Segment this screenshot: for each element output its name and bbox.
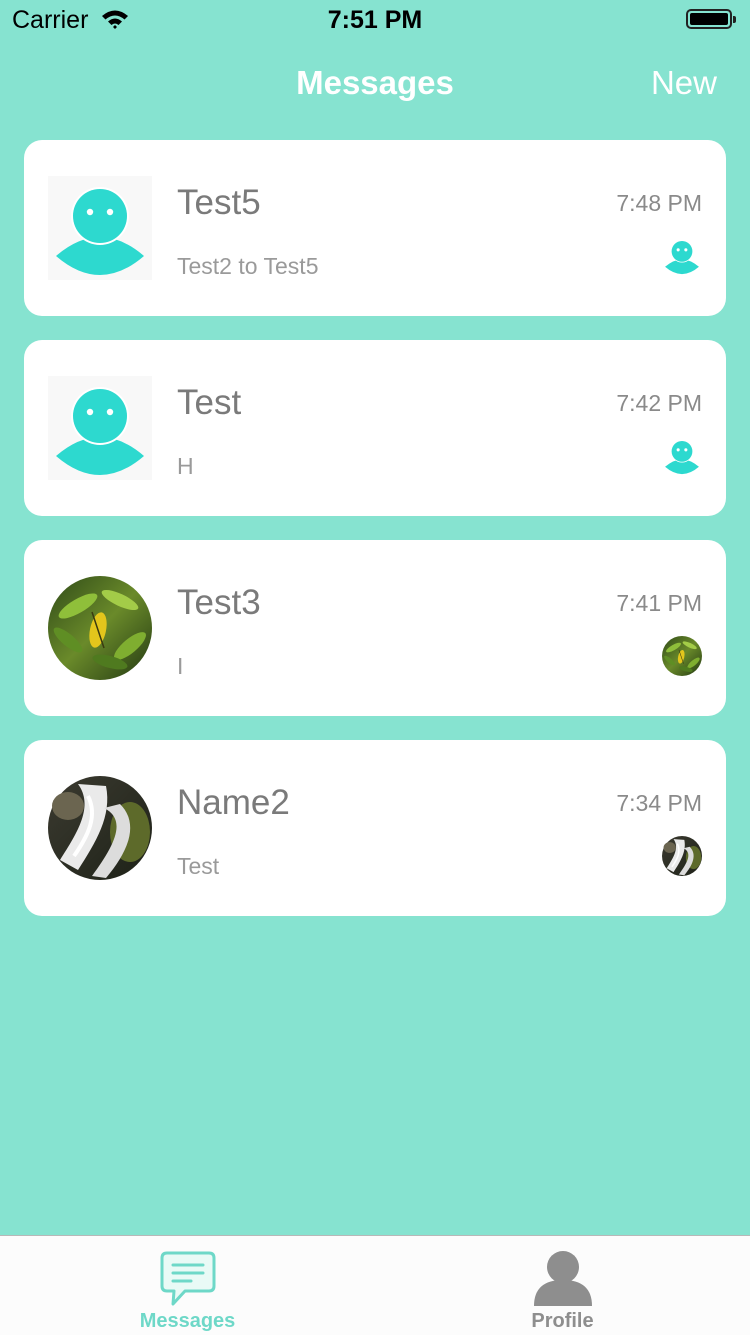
sender-default-avatar-icon — [665, 440, 699, 475]
chat-bubble-icon — [160, 1251, 215, 1306]
tab-bar: Messages Profile — [0, 1235, 750, 1335]
new-message-button[interactable]: New — [651, 64, 717, 102]
sender-waterfall-photo-avatar — [662, 836, 702, 876]
conversation-time: 7:34 PM — [616, 790, 702, 816]
person-icon — [533, 1251, 592, 1306]
conversation-card-name2[interactable]: Name2 Test 7:34 PM — [24, 740, 726, 916]
conversation-preview: Test — [177, 853, 220, 879]
status-time: 7:51 PM — [327, 6, 423, 34]
conversation-card-test[interactable]: Test H 7:42 PM — [24, 340, 726, 516]
conversation-list: Test5 Test2 to Test5 7:48 PM Test H 7:42… — [24, 140, 726, 940]
waterfall-photo-avatar — [48, 776, 152, 880]
conversation-preview: H — [177, 453, 194, 479]
conversation-card-test5[interactable]: Test5 Test2 to Test5 7:48 PM — [24, 140, 726, 316]
battery-icon — [686, 9, 736, 29]
conversation-name: Test — [177, 383, 242, 422]
conversation-preview: I — [177, 653, 184, 679]
conversation-name: Name2 — [177, 783, 290, 822]
leaf-photo-avatar — [48, 576, 152, 680]
tab-messages[interactable]: Messages — [0, 1236, 375, 1335]
sender-leaf-photo-avatar — [662, 636, 702, 676]
conversation-time: 7:48 PM — [616, 190, 702, 216]
status-bar: Carrier 7:51 PM — [0, 0, 750, 40]
conversation-name: Test3 — [177, 583, 261, 622]
conversation-time: 7:42 PM — [616, 390, 702, 416]
tab-profile-label: Profile — [531, 1310, 594, 1332]
conversation-time: 7:41 PM — [616, 590, 702, 616]
conversation-preview: Test2 to Test5 — [177, 253, 319, 279]
sender-default-avatar-icon — [665, 240, 699, 275]
tab-messages-label: Messages — [139, 1310, 236, 1332]
tab-profile[interactable]: Profile — [375, 1236, 750, 1335]
default-avatar-icon — [48, 176, 152, 280]
conversation-name: Test5 — [177, 183, 261, 222]
default-avatar-icon — [48, 376, 152, 480]
conversation-card-test3[interactable]: Test3 I 7:41 PM — [24, 540, 726, 716]
page-title: Messages — [296, 64, 454, 101]
